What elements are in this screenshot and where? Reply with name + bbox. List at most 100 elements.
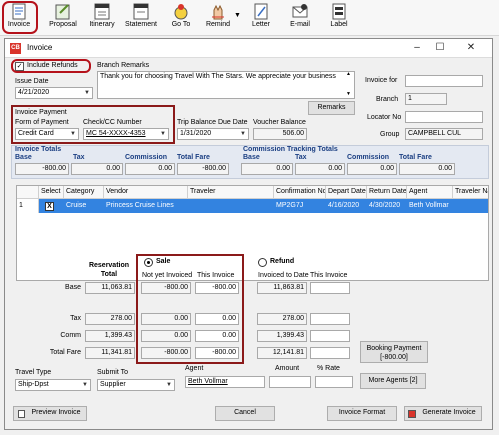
invoice-format-button[interactable]: Invoice Format <box>327 406 397 421</box>
refund-this-invoice-tax[interactable] <box>310 313 350 325</box>
trk-base-field: 0.00 <box>241 163 293 175</box>
branch-remarks-field[interactable]: Thank you for choosing Travel With The S… <box>97 71 355 99</box>
issue-date-label: Issue Date <box>15 78 49 85</box>
res-total-comm: 1,399.43 <box>85 330 135 342</box>
minimize-icon[interactable]: – <box>410 42 424 54</box>
res-total-base: 11,063.81 <box>85 282 135 294</box>
goto-icon <box>174 4 188 20</box>
toolbar-letter-button[interactable]: Letter <box>243 2 279 34</box>
toolbar-goto-button[interactable]: Go To <box>163 2 199 34</box>
inv-commission-header: Commission <box>125 154 168 161</box>
invoiced-to-date-tax: 278.00 <box>257 313 307 325</box>
toolbar: Invoice Proposal Itinerary Statement Go … <box>0 0 499 36</box>
inv-commission-field: 0.00 <box>125 163 175 175</box>
row-select-checkbox[interactable]: X <box>45 202 54 211</box>
refund-this-invoice-base[interactable] <box>310 282 350 294</box>
toolbar-goto-label: Go To <box>171 21 191 28</box>
remind-dropdown-arrow-icon[interactable]: ▼ <box>234 12 241 19</box>
trip-due-field[interactable]: 1/31/2020 ▼ <box>177 128 249 140</box>
branch-remarks-text: Thank you for choosing Travel With The S… <box>100 73 336 80</box>
res-total-tax: 278.00 <box>85 313 135 325</box>
group-field[interactable]: CAMPBELL CUL <box>405 128 483 140</box>
trk-tax-header: Tax <box>295 154 307 161</box>
grid-header-traveler[interactable]: Traveler <box>188 186 274 199</box>
agent-field[interactable]: Beth Vollmar <box>185 376 265 388</box>
inv-base-header: Base <box>15 154 32 161</box>
remind-icon <box>212 4 224 20</box>
statement-icon <box>133 3 149 20</box>
itinerary-icon <box>94 3 110 20</box>
grid-row-traveler <box>188 199 274 213</box>
voucher-balance-field: 506.00 <box>253 128 307 140</box>
invoiced-to-date-total-fare: 12,141.81 <box>257 347 307 359</box>
submit-to-dropdown-icon[interactable]: ▼ <box>166 380 172 390</box>
grid-header-vendor[interactable]: Vendor <box>104 186 188 199</box>
scroll-up-icon[interactable]: ▲ <box>346 71 351 77</box>
refund-this-invoice-total-fare[interactable] <box>310 347 350 359</box>
grid-header-depart[interactable]: Depart Date <box>326 186 367 199</box>
booking-payment-button[interactable]: Booking Payment [-800.00] <box>360 341 428 363</box>
calendar-dropdown-icon[interactable]: ▼ <box>84 88 90 98</box>
sale-highlight-box <box>136 254 244 364</box>
title-bar: CB Invoice – ☐ ✕ <box>5 39 492 58</box>
grid-row-confirmation: MP2G7J <box>276 202 304 209</box>
trk-total-fare-field: 0.00 <box>399 163 455 175</box>
issue-date-value: 4/21/2020 <box>18 89 50 96</box>
invoiced-to-date-label: Invoiced to Date <box>258 272 309 279</box>
row-label-total-fare: Total Fare <box>49 349 81 356</box>
toolbar-email-button[interactable]: E-mail <box>282 2 318 34</box>
toolbar-proposal-button[interactable]: Proposal <box>45 2 81 34</box>
generate-invoice-button[interactable]: Generate Invoice <box>404 406 482 421</box>
invoice-dialog: CB Invoice – ☐ ✕ ✓ Include Refunds Issue… <box>4 38 493 430</box>
close-icon[interactable]: ✕ <box>464 42 478 54</box>
travel-type-dropdown-icon[interactable]: ▼ <box>82 380 88 390</box>
invoice-totals-label: Invoice Totals <box>15 146 62 153</box>
invoice-for-field[interactable] <box>405 75 483 87</box>
submit-to-value: Supplier <box>100 381 126 388</box>
proposal-icon <box>55 4 70 20</box>
trip-due-dropdown-icon[interactable]: ▼ <box>240 129 246 139</box>
toolbar-itinerary-button[interactable]: Itinerary <box>84 2 120 34</box>
preview-invoice-button[interactable]: Preview Invoice <box>13 406 87 421</box>
agent-value: Beth Vollmar <box>188 378 228 385</box>
refund-this-invoice-comm[interactable] <box>310 330 350 342</box>
scroll-down-icon[interactable]: ▼ <box>346 91 351 97</box>
refund-radio[interactable] <box>258 258 267 267</box>
branch-field[interactable]: 1 <box>405 93 447 105</box>
travel-type-label: Travel Type <box>15 369 52 376</box>
toolbar-statement-button[interactable]: Statement <box>123 2 159 34</box>
grid-header-traveler-name[interactable]: Traveler Na <box>453 186 488 199</box>
trk-commission-field: 0.00 <box>347 163 397 175</box>
trip-due-value: 1/31/2020 <box>180 130 212 137</box>
grid-header-agent[interactable]: Agent <box>407 186 453 199</box>
commission-tracking-label: Commission Tracking Totals <box>243 146 338 153</box>
grid-header-return[interactable]: Return Date <box>367 186 407 199</box>
toolbar-itinerary-label: Itinerary <box>89 21 115 28</box>
amount-field[interactable] <box>269 376 311 388</box>
remarks-button[interactable]: Remarks <box>308 101 355 115</box>
trip-due-label: Trip Balance Due Date <box>177 119 248 126</box>
rate-field[interactable] <box>315 376 353 388</box>
grid-row-depart: 4/16/2020 <box>328 202 360 209</box>
grid-row-category: Cruise <box>66 202 87 209</box>
grid-row-traveler-name <box>453 199 488 213</box>
toolbar-email-label: E-mail <box>290 21 310 28</box>
grid-header-confirmation[interactable]: Confirmation No <box>274 186 326 199</box>
maximize-icon[interactable]: ☐ <box>433 42 447 54</box>
toolbar-label-button[interactable]: Label <box>321 2 357 34</box>
toolbar-remind-button[interactable]: Remind <box>200 2 236 34</box>
submit-to-select[interactable]: Supplier ▼ <box>97 379 175 391</box>
locator-field[interactable] <box>405 111 483 123</box>
grid-header-category[interactable]: Category <box>64 186 104 199</box>
submit-to-label: Submit To <box>97 369 128 376</box>
grid-row-select-cell[interactable]: X <box>41 199 63 213</box>
cancel-button[interactable]: Cancel <box>215 406 275 421</box>
more-agents-button[interactable]: More Agents [2] <box>360 373 426 389</box>
issue-date-field[interactable]: 4/21/2020 ▼ <box>15 87 93 99</box>
grid-header-select[interactable]: Select <box>39 186 64 199</box>
preview-icon <box>18 410 25 418</box>
grid-header-rownum <box>17 186 39 199</box>
toolbar-label-label: Label <box>330 21 348 28</box>
grid-row-vendor: Princess Cruise Lines <box>106 202 174 209</box>
travel-type-select[interactable]: Ship-Dpst ▼ <box>15 379 91 391</box>
